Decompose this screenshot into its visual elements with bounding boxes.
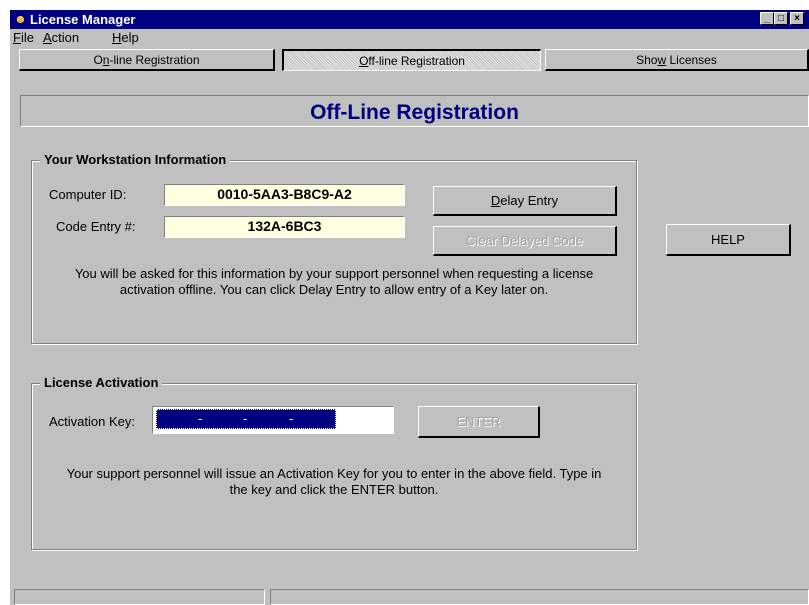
minimize-button[interactable]: _ bbox=[760, 12, 774, 25]
license-manager-window: ☻ License Manager _ □ × File Action Help… bbox=[10, 10, 809, 605]
code-entry-value: 132A-6BC3 bbox=[164, 216, 405, 238]
status-panel-1 bbox=[14, 589, 265, 605]
title-bar: ☻ License Manager _ □ × bbox=[10, 10, 809, 29]
window-title: License Manager bbox=[30, 12, 136, 27]
license-manager-icon[interactable]: ☻ bbox=[13, 12, 28, 27]
delay-entry-button[interactable]: Delay Entry bbox=[433, 186, 617, 216]
close-button[interactable]: × bbox=[790, 12, 804, 25]
page-title: Off-Line Registration bbox=[310, 101, 519, 124]
menu-help[interactable]: Help bbox=[112, 31, 139, 45]
tab-offline-registration[interactable]: Off-line Registration bbox=[282, 49, 541, 71]
activation-info-line2: the key and click the ENTER button. bbox=[229, 482, 439, 497]
menu-file[interactable]: File bbox=[13, 31, 34, 45]
license-activation-group: License Activation Activation Key: - - -… bbox=[31, 375, 637, 550]
menu-action[interactable]: Action bbox=[43, 31, 79, 45]
key-separator-1: - bbox=[198, 411, 203, 426]
license-activation-legend: License Activation bbox=[40, 375, 163, 391]
page-title-bar: Off-Line Registration bbox=[20, 95, 809, 127]
activation-key-selection: - - - bbox=[156, 409, 336, 429]
key-separator-3: - bbox=[289, 411, 294, 426]
computer-id-label: Computer ID: bbox=[49, 187, 127, 202]
activation-key-label: Activation Key: bbox=[49, 414, 135, 429]
activation-info-text: Your support personnel will issue an Act… bbox=[32, 466, 636, 498]
help-button[interactable]: HELP bbox=[666, 224, 791, 256]
enter-button[interactable]: ENTER bbox=[418, 406, 540, 438]
workstation-info-line1: You will be asked for this information b… bbox=[74, 266, 594, 281]
workstation-info-text: You will be asked for this information b… bbox=[32, 266, 636, 298]
activation-info-line1: Your support personnel will issue an Act… bbox=[66, 466, 602, 481]
activation-key-input[interactable]: - - - bbox=[152, 406, 394, 434]
maximize-button[interactable]: □ bbox=[774, 12, 788, 25]
workstation-info-line2: activation offline. You can click Delay … bbox=[119, 282, 549, 297]
clear-delayed-code-button[interactable]: Clear Delayed Code bbox=[433, 226, 617, 256]
computer-id-value: 0010-5AA3-B8C9-A2 bbox=[164, 184, 405, 206]
key-separator-2: - bbox=[243, 411, 248, 426]
tab-show-licenses[interactable]: Show Licenses bbox=[545, 49, 809, 71]
tab-online-registration[interactable]: On-line Registration bbox=[19, 49, 275, 71]
workstation-info-legend: Your Workstation Information bbox=[40, 152, 231, 168]
menu-bar: File Action Help bbox=[10, 29, 809, 47]
workstation-info-group: Your Workstation Information Computer ID… bbox=[31, 152, 637, 344]
status-bar bbox=[10, 587, 809, 605]
status-panel-2 bbox=[270, 589, 809, 605]
code-entry-label: Code Entry #: bbox=[56, 219, 136, 234]
